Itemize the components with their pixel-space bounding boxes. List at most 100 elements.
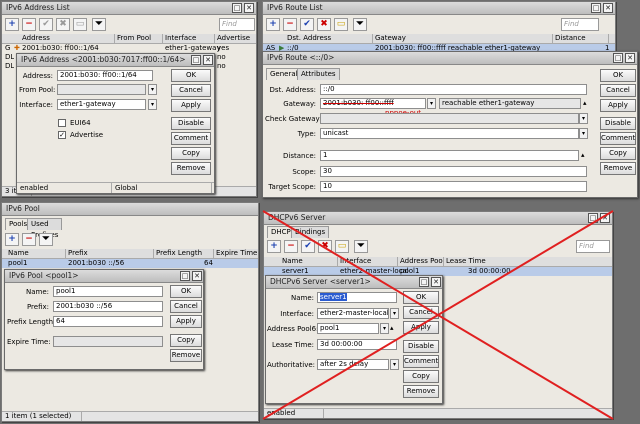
ok-button[interactable]: OK [403, 291, 439, 304]
col-advertise[interactable]: Advertise [215, 34, 256, 44]
col-from-pool[interactable]: From Pool [115, 34, 163, 44]
authoritative-select[interactable]: after 2s delay [317, 359, 389, 370]
add-icon[interactable]: + [267, 240, 281, 253]
close-icon[interactable]: ✕ [603, 3, 613, 13]
filter-icon[interactable]: ⏷ [39, 233, 53, 246]
comment-button[interactable]: Comment [403, 355, 439, 368]
spinner-icon[interactable]: ▴ [583, 98, 587, 108]
cancel-button[interactable]: Cancel [600, 84, 636, 97]
window-titlebar[interactable]: IPv6 Address List □ ✕ [2, 2, 256, 15]
prefix-length-field[interactable]: 64 [53, 316, 163, 327]
remove-icon[interactable]: − [283, 18, 297, 31]
col-expire-time[interactable]: Expire Time [214, 249, 258, 259]
advertise-checkbox[interactable]: ✓ [58, 131, 66, 139]
add-icon[interactable]: + [266, 18, 280, 31]
maximize-icon[interactable]: □ [613, 53, 623, 63]
apply-button[interactable]: Apply [403, 321, 439, 334]
chevron-down-icon[interactable]: ▾ [148, 84, 157, 95]
chevron-down-icon[interactable]: ▾ [148, 99, 157, 110]
ok-button[interactable]: OK [171, 69, 211, 82]
add-icon[interactable]: + [5, 233, 19, 246]
scope-field[interactable]: 30 [320, 166, 587, 177]
col-distance[interactable]: Distance [553, 34, 609, 44]
comment-icon[interactable]: ▭ [334, 18, 348, 31]
remove-icon[interactable]: − [22, 18, 36, 31]
col-lease-time[interactable]: Lease Time [444, 257, 612, 267]
find-input[interactable]: Find [561, 18, 599, 31]
col-name[interactable]: Name [6, 249, 66, 259]
comment-button[interactable]: Comment [600, 132, 636, 145]
name-field[interactable]: pool1 [53, 286, 163, 297]
apply-button[interactable]: Apply [171, 99, 211, 112]
close-icon[interactable]: ✕ [203, 55, 213, 65]
dialog-titlebar[interactable]: DHCPv6 Server <server1> □ ✕ [266, 276, 442, 289]
disable-icon[interactable]: ✖ [56, 18, 70, 31]
distance-field[interactable]: 1 [320, 150, 579, 161]
find-input[interactable]: Find [576, 240, 610, 253]
spinner-icon[interactable]: ▴ [581, 150, 585, 160]
eui64-checkbox[interactable] [58, 119, 66, 127]
remove-button[interactable]: Remove [171, 162, 211, 175]
add-icon[interactable]: + [5, 18, 19, 31]
copy-button[interactable]: Copy [171, 147, 211, 160]
comment-icon[interactable]: ▭ [335, 240, 349, 253]
chevron-down-icon[interactable]: ▾ [390, 308, 399, 319]
chevron-down-icon[interactable]: ▾ [427, 98, 436, 109]
filter-icon[interactable]: ⏷ [92, 18, 106, 31]
maximize-icon[interactable]: □ [180, 271, 190, 281]
col-address[interactable]: Address [20, 34, 115, 44]
cancel-button[interactable]: Cancel [171, 84, 211, 97]
tab-bindings[interactable]: Bindings [291, 226, 330, 238]
window-titlebar[interactable]: IPv6 Route List □ ✕ [263, 2, 615, 15]
chevron-down-icon[interactable]: ▾ [579, 128, 588, 139]
apply-button[interactable]: Apply [600, 99, 636, 112]
name-field[interactable]: server1 [317, 292, 397, 303]
filter-icon[interactable]: ⏷ [354, 240, 368, 253]
remove-button[interactable]: Remove [600, 162, 636, 175]
table-row[interactable]: G ✚ 2001:b030: ff00::1/64 ether1-gateway… [2, 44, 256, 53]
address-field[interactable]: 2001:b030: ff00::1/64 [57, 70, 153, 81]
copy-button[interactable]: Copy [600, 147, 636, 160]
col-dst-address[interactable]: Dst. Address [285, 34, 373, 44]
dialog-titlebar[interactable]: IPv6 Address <2001:b030:7017:ff00::1/64>… [17, 54, 214, 67]
maximize-icon[interactable]: □ [232, 3, 242, 13]
close-icon[interactable]: ✕ [244, 3, 254, 13]
col-gateway[interactable]: Gateway [373, 34, 553, 44]
dialog-titlebar[interactable]: IPv6 Pool <pool1> □ ✕ [5, 270, 203, 283]
table-row[interactable]: pool1 2001:b030 ::/56 64 [2, 259, 258, 268]
col-prefix-length[interactable]: Prefix Length [154, 249, 214, 259]
prefix-field[interactable]: 2001:b030 ::/56 [53, 301, 163, 312]
interface-select[interactable]: ether1-gateway [57, 99, 146, 110]
enable-icon[interactable]: ✔ [300, 18, 314, 31]
filter-icon[interactable]: ⏷ [353, 18, 367, 31]
copy-button[interactable]: Copy [170, 334, 202, 347]
tab-used-prefixes[interactable]: Used Prefixes [27, 218, 63, 239]
chevron-down-icon[interactable]: ▾ [380, 323, 389, 334]
comment-icon[interactable]: ▭ [73, 18, 87, 31]
comment-button[interactable]: Comment [171, 132, 211, 145]
col-name[interactable]: Name [280, 257, 338, 267]
dst-address-field[interactable]: ::/0 [320, 84, 587, 95]
window-titlebar[interactable]: DHCPv6 Server □ ✕ [264, 212, 612, 225]
target-scope-field[interactable]: 10 [320, 181, 587, 192]
check-gateway-field[interactable] [320, 113, 579, 124]
disable-button[interactable]: Disable [600, 117, 636, 130]
cancel-button[interactable]: Cancel [170, 300, 202, 313]
enable-icon[interactable]: ✔ [39, 18, 53, 31]
chevron-down-icon[interactable]: ▾ [579, 113, 588, 124]
cancel-button[interactable]: Cancel [403, 306, 439, 319]
remove-button[interactable]: Remove [403, 385, 439, 398]
chevron-down-icon[interactable]: ▾ [390, 359, 399, 370]
ok-button[interactable]: OK [170, 285, 202, 298]
dialog-titlebar[interactable]: IPv6 Route <::/0> □ ✕ [263, 52, 637, 65]
close-icon[interactable]: ✕ [192, 271, 202, 281]
type-select[interactable]: unicast [320, 128, 579, 139]
disable-icon[interactable]: ✖ [318, 240, 332, 253]
close-icon[interactable]: ✕ [600, 213, 610, 223]
maximize-icon[interactable]: □ [419, 277, 429, 287]
close-icon[interactable]: ✕ [431, 277, 441, 287]
disable-button[interactable]: Disable [403, 340, 439, 353]
col-interface[interactable]: Interface [338, 257, 398, 267]
enable-icon[interactable]: ✔ [301, 240, 315, 253]
spinner-icon[interactable]: ▴ [390, 323, 394, 333]
